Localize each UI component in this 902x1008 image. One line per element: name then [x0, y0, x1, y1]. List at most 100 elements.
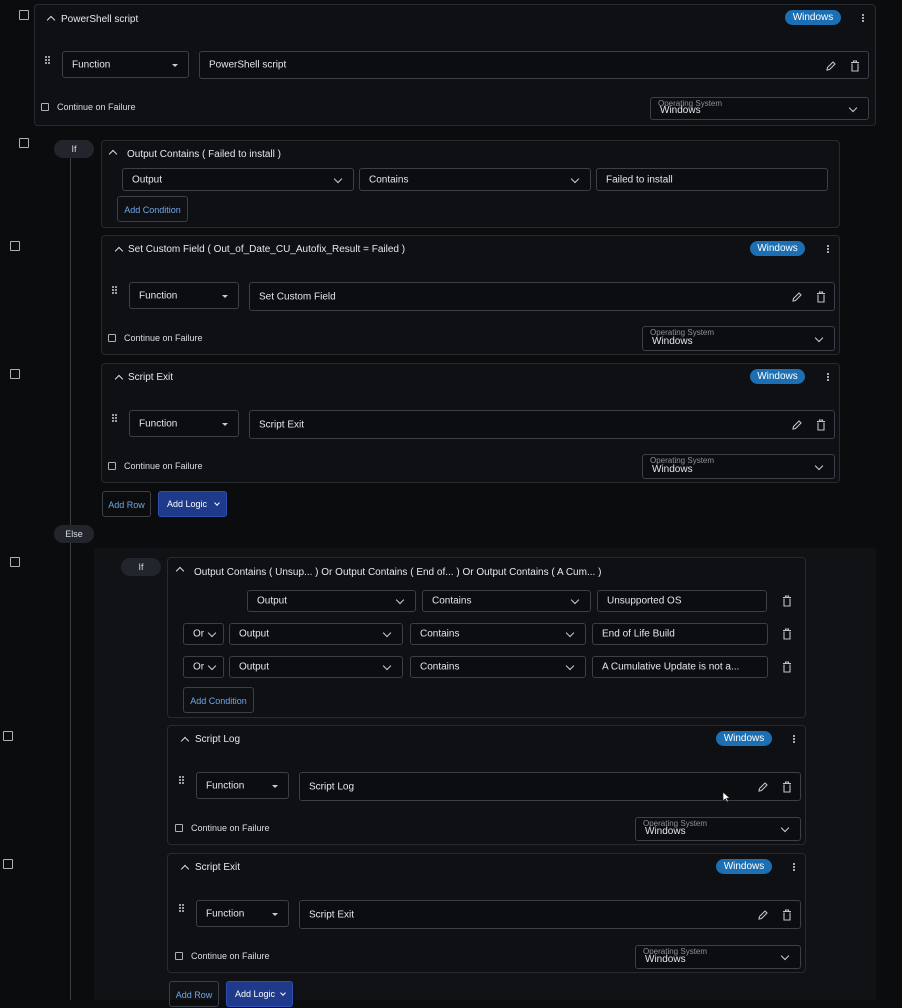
caret-down-icon — [222, 422, 228, 426]
condition-value-input[interactable]: End of Life Build — [592, 623, 768, 645]
function-type-select[interactable]: Function — [196, 772, 289, 799]
condition-value-input[interactable]: Unsupported OS — [597, 590, 767, 612]
condition-field-select[interactable]: Output — [229, 656, 403, 678]
add-logic-button[interactable]: Add Logic — [226, 981, 293, 1007]
delete-trash-icon[interactable] — [816, 291, 826, 303]
function-type-select[interactable]: Function — [62, 51, 189, 78]
collapse-chevron-icon[interactable] — [114, 246, 124, 256]
os-badge: Windows — [750, 241, 805, 256]
delete-trash-icon[interactable] — [816, 419, 826, 431]
powershell-script-block: PowerShell script Windows Function Power… — [34, 4, 876, 126]
delete-condition-icon[interactable] — [782, 595, 792, 607]
continue-on-failure-checkbox[interactable] — [41, 103, 49, 111]
collapse-chevron-icon[interactable] — [180, 736, 190, 746]
operating-system-select[interactable]: Operating System Windows — [635, 817, 801, 841]
row-select-checkbox[interactable] — [3, 731, 13, 741]
function-name-field[interactable]: PowerShell script — [199, 51, 869, 79]
edit-pencil-icon[interactable] — [791, 419, 803, 431]
condition-value-input[interactable]: Failed to install — [596, 168, 828, 191]
condition-group: Output Contains ( Unsup... ) Or Output C… — [167, 557, 806, 718]
more-options-icon[interactable] — [822, 244, 834, 256]
condition-field-select[interactable]: Output — [122, 168, 354, 191]
edit-pencil-icon[interactable] — [791, 291, 803, 303]
else-branch-pill: Else — [54, 525, 94, 543]
condition-operator-select[interactable]: Contains — [359, 168, 591, 191]
logic-operator-select[interactable]: Or — [183, 656, 224, 678]
operating-system-value: Windows — [652, 336, 693, 347]
condition-field-value: Output — [239, 661, 270, 673]
more-options-icon[interactable] — [788, 862, 800, 874]
logic-operator-value: Or — [193, 628, 205, 640]
drag-handle-icon[interactable] — [112, 414, 120, 424]
row-select-checkbox[interactable] — [3, 859, 13, 869]
collapse-chevron-icon[interactable] — [114, 374, 124, 384]
add-condition-button[interactable]: Add Condition — [117, 196, 188, 222]
delete-trash-icon[interactable] — [850, 60, 860, 72]
caret-down-icon — [222, 294, 228, 298]
condition-value-input[interactable]: A Cumulative Update is not a... — [592, 656, 768, 678]
collapse-chevron-icon[interactable] — [180, 864, 190, 874]
drag-handle-icon[interactable] — [45, 56, 53, 66]
add-logic-button[interactable]: Add Logic — [158, 491, 227, 517]
add-condition-button[interactable]: Add Condition — [183, 687, 254, 713]
logic-operator-select[interactable]: Or — [183, 623, 224, 645]
function-name-value: Set Custom Field — [259, 291, 336, 302]
continue-on-failure-checkbox[interactable] — [175, 824, 183, 832]
function-type-select[interactable]: Function — [196, 900, 289, 927]
drag-handle-icon[interactable] — [179, 904, 187, 914]
continue-on-failure-checkbox[interactable] — [108, 334, 116, 342]
more-options-icon[interactable] — [822, 372, 834, 384]
block-title: Script Exit — [195, 862, 241, 873]
add-logic-label: Add Logic — [235, 989, 276, 999]
operating-system-select[interactable]: Operating System Windows — [650, 97, 869, 120]
add-logic-label: Add Logic — [167, 499, 208, 509]
row-select-checkbox[interactable] — [19, 138, 29, 148]
function-name-field[interactable]: Script Exit — [299, 900, 801, 929]
edit-pencil-icon[interactable] — [757, 781, 769, 793]
chevron-down-icon — [565, 628, 575, 638]
function-type-select[interactable]: Function — [129, 410, 239, 437]
operating-system-select[interactable]: Operating System Windows — [642, 454, 835, 479]
delete-trash-icon[interactable] — [782, 909, 792, 921]
edit-pencil-icon[interactable] — [757, 909, 769, 921]
continue-on-failure-label: Continue on Failure — [191, 823, 270, 833]
if-branch-pill: If — [121, 558, 161, 576]
delete-trash-icon[interactable] — [782, 781, 792, 793]
edit-pencil-icon[interactable] — [825, 60, 837, 72]
add-row-button[interactable]: Add Row — [169, 981, 219, 1007]
continue-on-failure-label: Continue on Failure — [124, 333, 203, 343]
continue-on-failure-checkbox[interactable] — [108, 462, 116, 470]
function-name-value: Script Log — [309, 781, 355, 792]
delete-condition-icon[interactable] — [782, 661, 792, 673]
condition-field-select[interactable]: Output — [229, 623, 403, 645]
function-name-value: Script Exit — [309, 909, 355, 920]
condition-operator-select[interactable]: Contains — [410, 656, 586, 678]
continue-on-failure-checkbox[interactable] — [175, 952, 183, 960]
condition-operator-select[interactable]: Contains — [422, 590, 591, 612]
more-options-icon[interactable] — [788, 734, 800, 746]
row-select-checkbox[interactable] — [10, 369, 20, 379]
function-name-field[interactable]: Script Exit — [249, 410, 835, 439]
function-type-select[interactable]: Function — [129, 282, 239, 309]
delete-condition-icon[interactable] — [782, 628, 792, 640]
drag-handle-icon[interactable] — [179, 776, 187, 786]
collapse-chevron-icon[interactable] — [175, 566, 185, 576]
add-row-button[interactable]: Add Row — [102, 491, 151, 517]
function-name-value: PowerShell script — [209, 59, 287, 71]
operating-system-select[interactable]: Operating System Windows — [635, 945, 801, 969]
set-custom-field-block: Set Custom Field ( Out_of_Date_CU_Autofi… — [101, 235, 840, 355]
drag-handle-icon[interactable] — [112, 286, 120, 296]
os-badge: Windows — [750, 369, 805, 384]
condition-field-select[interactable]: Output — [247, 590, 416, 612]
condition-title: Output Contains ( Failed to install ) — [127, 149, 281, 160]
row-select-checkbox[interactable] — [10, 557, 20, 567]
function-name-field[interactable]: Set Custom Field — [249, 282, 835, 311]
os-badge: Windows — [785, 10, 841, 25]
collapse-chevron-icon[interactable] — [46, 15, 56, 25]
operating-system-select[interactable]: Operating System Windows — [642, 326, 835, 351]
more-options-icon[interactable] — [857, 13, 869, 25]
row-select-checkbox[interactable] — [10, 241, 20, 251]
condition-operator-select[interactable]: Contains — [410, 623, 586, 645]
row-select-checkbox[interactable] — [19, 10, 29, 20]
collapse-chevron-icon[interactable] — [108, 149, 118, 159]
